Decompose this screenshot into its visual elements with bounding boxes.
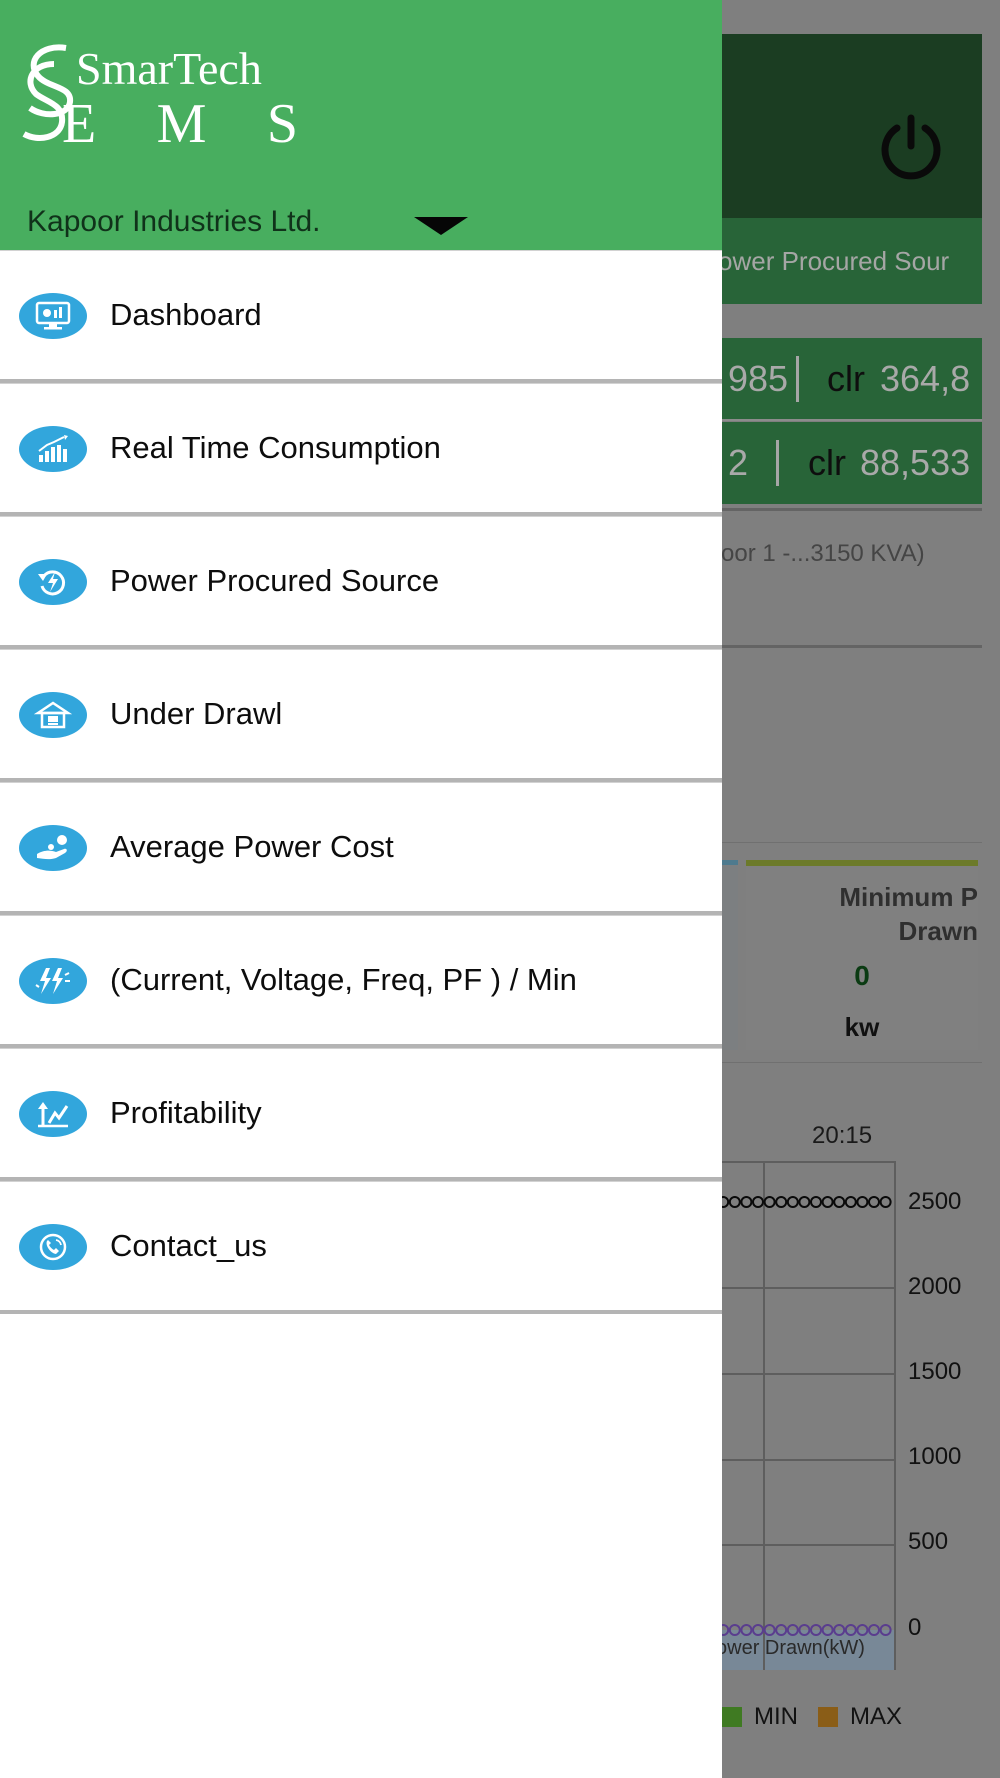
meter-selector[interactable]: oor 1 -...3150 KVA) (721, 540, 925, 568)
menu-label: Real Time Consumption (110, 430, 441, 465)
chart-x-label: ower Drawn(kW) (716, 1637, 865, 1659)
navigation-drawer: SmarTech EMS Kapoor Industries Ltd. Dash… (0, 0, 722, 1778)
menu-label: Profitability (110, 1095, 262, 1130)
organization-name[interactable]: Kapoor Industries Ltd. (27, 205, 321, 239)
minimum-power-card: Minimum P Drawn 0 kw (746, 860, 978, 1050)
dashboard-monitor-icon (19, 293, 87, 339)
menu-item-average-power-cost[interactable]: Average Power Cost (0, 782, 722, 915)
factory-house-icon (19, 692, 87, 738)
y-tick: 2500 (908, 1188, 962, 1215)
menu-label: (Current, Voltage, Freq, PF ) / Min (110, 962, 577, 997)
menu-item-power-procured-source[interactable]: Power Procured Source (0, 516, 722, 649)
y-tick: 500 (908, 1528, 949, 1555)
y-tick: 0 (908, 1614, 922, 1641)
chart-time-label: 20:15 (812, 1122, 873, 1149)
drawer-header: SmarTech EMS Kapoor Industries Ltd. (0, 0, 722, 250)
legend-swatch-min (722, 1707, 742, 1727)
menu-label: Power Procured Source (110, 563, 440, 598)
smartech-ems-logo: SmarTech EMS (22, 43, 298, 150)
menu-item-current-voltage-freq-pf[interactable]: (Current, Voltage, Freq, PF ) / Min (0, 915, 722, 1048)
menu-item-dashboard[interactable]: Dashboard (0, 250, 722, 383)
legend-swatch-max (818, 1707, 838, 1727)
y-tick: 1000 (908, 1443, 962, 1470)
bar-chart-growth-icon (19, 426, 87, 472)
menu-item-contact-us[interactable]: Contact_us (0, 1181, 722, 1314)
lightning-bolts-icon (19, 958, 87, 1004)
menu-label: Contact_us (110, 1228, 267, 1263)
power-refresh-bolt-icon (19, 559, 87, 605)
y-tick: 2000 (908, 1273, 962, 1300)
menu-label: Under Drawl (110, 696, 283, 731)
menu-item-real-time-consumption[interactable]: Real Time Consumption (0, 383, 722, 516)
menu-label: Average Power Cost (110, 829, 394, 864)
y-tick: 1500 (908, 1358, 962, 1385)
phone-handset-icon (19, 1224, 87, 1270)
power-icon[interactable] (877, 112, 945, 180)
svg-text:EMS: EMS (62, 93, 298, 150)
hand-coin-icon (19, 825, 87, 871)
profit-trend-icon (19, 1091, 87, 1137)
chevron-down-icon[interactable] (414, 217, 468, 235)
menu-item-under-drawl[interactable]: Under Drawl (0, 649, 722, 782)
menu-label: Dashboard (110, 297, 262, 332)
svg-text:SmarTech: SmarTech (76, 43, 262, 94)
legend-item-min[interactable]: MIN (722, 1703, 798, 1731)
menu-item-profitability[interactable]: Profitability (0, 1048, 722, 1181)
drawer-menu: Dashboard Real Time Consumption Power Pr… (0, 250, 722, 1314)
legend-item-max[interactable]: MAX (818, 1703, 902, 1731)
